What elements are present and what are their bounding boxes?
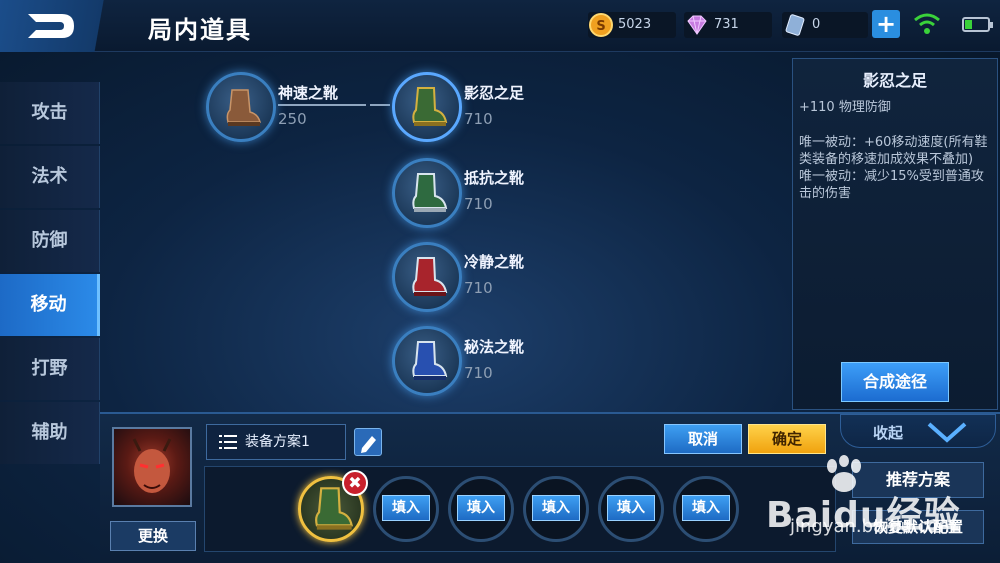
replace-hero-button[interactable]: 更换 (110, 521, 196, 551)
info-stat: +110 物理防御 (799, 100, 891, 115)
item-tree-connector (278, 103, 390, 107)
collapse-label: 收起 (873, 424, 904, 442)
item-shadow-ninja-boots[interactable] (392, 72, 462, 142)
plan-selector[interactable]: 装备方案1 (206, 424, 346, 460)
fill-button[interactable]: 填入 (682, 495, 730, 521)
hero-avatar (112, 427, 192, 507)
slot-4[interactable]: 填入 (523, 476, 589, 542)
back-button[interactable] (0, 0, 120, 52)
info-passive-2: 唯一被动：减少15%受到普通攻击的伤害 (799, 169, 984, 201)
tab-support[interactable]: 辅助 (0, 402, 100, 464)
fill-button[interactable]: 填入 (607, 495, 655, 521)
slot-5[interactable]: 填入 (598, 476, 664, 542)
gold-coin-icon: S (589, 13, 613, 37)
boot-green-silver-icon (412, 173, 448, 212)
collapse-button[interactable]: 收起 (840, 414, 996, 448)
add-currency-button[interactable]: + (872, 10, 900, 38)
item-name: 冷静之靴 (464, 253, 525, 271)
hero-portrait (132, 438, 172, 493)
compose-path-button[interactable]: 合成途径 (841, 362, 949, 402)
gold-amount: 5023 (618, 17, 652, 32)
item-name: 影忍之足 (464, 84, 525, 102)
tab-defense[interactable]: 防御 (0, 210, 100, 272)
item-price: 710 (464, 279, 493, 297)
boot-red-icon (412, 257, 448, 296)
diamond-display: 731 (684, 12, 772, 38)
item-resistance-boots[interactable] (392, 158, 462, 228)
list-icon (219, 435, 237, 449)
voucher-amount: 0 (812, 17, 821, 32)
boot-blue-icon (412, 341, 448, 380)
tab-jungle[interactable]: 打野 (0, 338, 100, 400)
tab-movement[interactable]: 移动 (0, 274, 100, 336)
item-calm-boots[interactable] (392, 242, 462, 312)
plan-name: 装备方案1 (245, 434, 310, 450)
boot-green-icon (412, 87, 448, 126)
info-item-name: 影忍之足 (862, 71, 927, 90)
item-price: 250 (278, 110, 307, 128)
category-sidebar: 攻击 法术 防御 移动 打野 辅助 (0, 82, 100, 466)
top-bar: 局内道具 S 5023 731 0 + (0, 0, 1000, 52)
item-arcane-boots[interactable] (392, 326, 462, 396)
remove-item-button[interactable]: ✖ (342, 470, 368, 496)
diamond-icon (687, 15, 707, 35)
item-price: 710 (464, 110, 493, 128)
cancel-button[interactable]: 取消 (664, 424, 742, 454)
item-name: 抵抗之靴 (464, 169, 525, 187)
svg-text:S: S (596, 19, 605, 34)
item-name: 秘法之靴 (464, 338, 525, 356)
gold-display: S 5023 (588, 12, 676, 38)
confirm-button[interactable]: 确定 (748, 424, 826, 454)
slot-2[interactable]: 填入 (373, 476, 439, 542)
info-passive-1: 唯一被动：+60移动速度(所有鞋类装备的移速加成效果不叠加) (799, 135, 988, 167)
voucher-display: 0 (782, 12, 868, 38)
diamond-amount: 731 (714, 17, 739, 32)
item-info-panel: 影忍之足 +110 物理防御 唯一被动：+60移动速度(所有鞋类装备的移速加成效… (792, 58, 998, 410)
item-price: 710 (464, 195, 493, 213)
back-arrow-icon (28, 14, 74, 38)
slot-6[interactable]: 填入 (673, 476, 739, 542)
fill-button[interactable]: 填入 (532, 495, 580, 521)
edit-plan-button[interactable] (354, 428, 382, 456)
page-title: 局内道具 (148, 16, 252, 44)
tab-attack[interactable]: 攻击 (0, 82, 100, 144)
pencil-icon (361, 436, 376, 453)
item-price: 710 (464, 364, 493, 382)
fill-button[interactable]: 填入 (457, 495, 505, 521)
voucher-icon (785, 14, 805, 36)
chevron-down-icon (927, 422, 967, 443)
tab-magic[interactable]: 法术 (0, 146, 100, 208)
wifi-icon (914, 13, 940, 34)
watermark-url: jingyan.baidu.com (790, 516, 957, 537)
slot-3[interactable]: 填入 (448, 476, 514, 542)
battery-icon (962, 17, 993, 32)
item-name: 神速之靴 (278, 84, 339, 102)
item-boots-of-speed[interactable] (206, 72, 276, 142)
fill-button[interactable]: 填入 (382, 495, 430, 521)
boot-brown-icon (226, 89, 261, 126)
